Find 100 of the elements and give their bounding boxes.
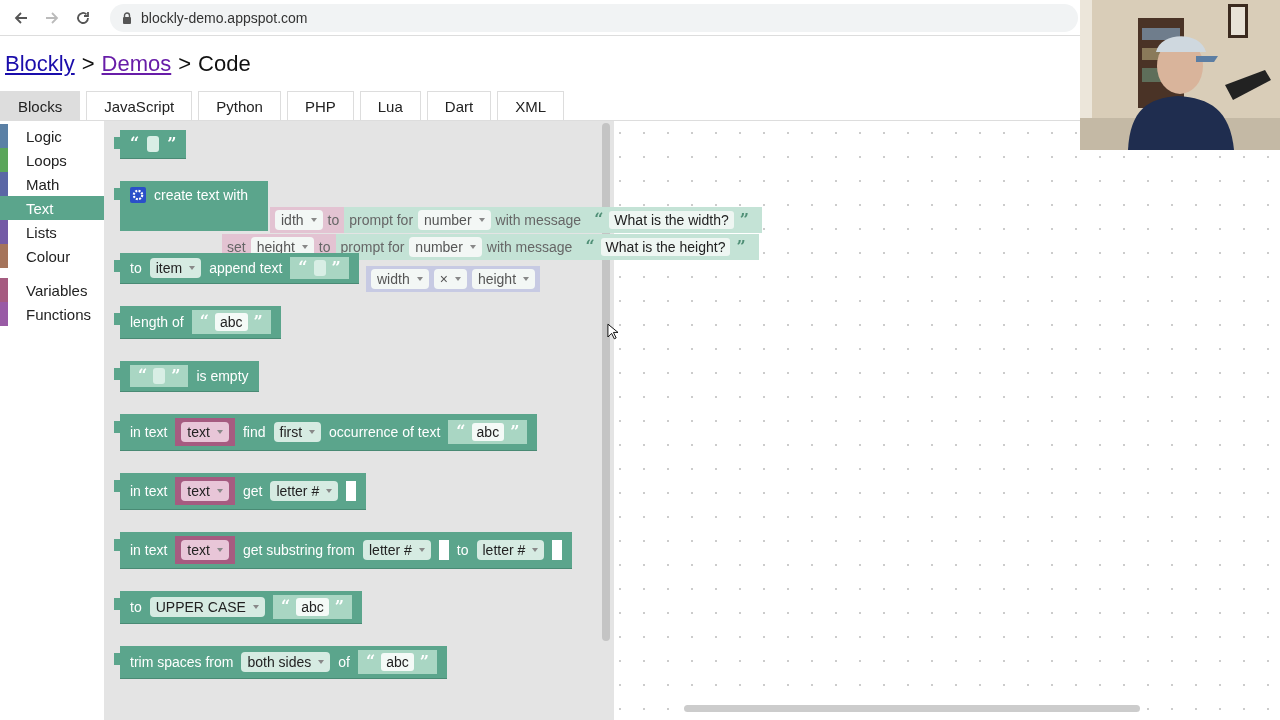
- block-dropdown[interactable]: UPPER CASE: [149, 597, 265, 617]
- empty-text-field[interactable]: [147, 136, 160, 152]
- caret-icon: [216, 489, 223, 493]
- block-label: occurrence of text: [329, 424, 441, 440]
- block-dropdown[interactable]: height: [471, 269, 536, 289]
- category-item[interactable]: Math: [0, 172, 104, 196]
- block-dropdown[interactable]: letter #: [270, 481, 339, 501]
- block-dropdown[interactable]: number: [409, 237, 482, 257]
- block-dropdown[interactable]: letter #: [363, 540, 431, 560]
- category-label: Math: [26, 175, 60, 193]
- block-label: to: [456, 542, 469, 558]
- quote-mark: “: [594, 212, 604, 228]
- tab[interactable]: Dart: [426, 91, 492, 120]
- quote-mark: ”: [510, 424, 520, 440]
- address-bar[interactable]: blockly-demo.appspot.com: [110, 3, 1078, 32]
- ghost-block[interactable]: idth to: [270, 207, 345, 233]
- tab[interactable]: Lua: [359, 91, 421, 120]
- caret-icon: [523, 277, 530, 281]
- text-field[interactable]: abc: [296, 598, 329, 616]
- quote-mark: ”: [334, 599, 344, 615]
- text-value-block[interactable]: “ abc ”: [191, 310, 271, 334]
- caret-icon: [318, 660, 325, 664]
- category-item[interactable]: Variables: [0, 278, 104, 302]
- category-label: Lists: [26, 223, 57, 241]
- category-item[interactable]: Logic: [0, 124, 104, 148]
- text-field[interactable]: abc: [471, 423, 505, 441]
- block-dropdown[interactable]: text: [181, 422, 229, 442]
- lock-icon: [122, 11, 132, 24]
- quote-mark: “: [585, 239, 595, 255]
- ghost-block[interactable]: width × height: [366, 266, 541, 292]
- block-dropdown[interactable]: first: [273, 422, 322, 442]
- tab[interactable]: Python: [198, 91, 281, 120]
- block-dropdown[interactable]: text: [181, 481, 229, 501]
- caret-icon: [252, 605, 259, 609]
- block-dropdown[interactable]: letter #: [476, 540, 545, 560]
- block-dropdown[interactable]: both sides: [241, 652, 331, 672]
- category-item[interactable]: Lists: [0, 220, 104, 244]
- block-label: with message: [486, 239, 573, 255]
- variable-block[interactable]: text: [175, 477, 235, 505]
- quote-mark: “: [199, 314, 209, 330]
- block-dropdown[interactable]: ×: [433, 269, 467, 289]
- text-value-block[interactable]: “ abc ”: [272, 595, 352, 619]
- block-label: find: [242, 424, 266, 440]
- category-item[interactable]: Functions: [0, 302, 104, 326]
- tab[interactable]: XML: [497, 91, 564, 120]
- caret-icon: [189, 266, 196, 270]
- tab[interactable]: JavaScript: [86, 91, 193, 120]
- caret-icon: [310, 218, 317, 222]
- text-field[interactable]: abc: [214, 313, 248, 331]
- horizontal-scrollbar[interactable]: [684, 705, 1140, 712]
- block-label: to: [130, 599, 142, 615]
- block-dropdown[interactable]: text: [181, 540, 229, 560]
- text-field[interactable]: What is the height?: [600, 238, 731, 256]
- quote-mark: “: [130, 136, 140, 152]
- empty-input-socket: [552, 540, 563, 560]
- breadcrumb-link[interactable]: Blockly: [5, 51, 75, 77]
- tab[interactable]: PHP: [286, 91, 354, 120]
- variable-block[interactable]: text: [175, 536, 235, 564]
- quote-mark: “: [138, 368, 148, 384]
- ghost-block[interactable]: prompt for number with message “ What is the height? ”: [335, 234, 759, 260]
- tab[interactable]: Blocks: [0, 91, 81, 120]
- ghost-block[interactable]: prompt for number with message “ What is the width? ”: [344, 207, 762, 233]
- quote-mark: ”: [253, 314, 263, 330]
- caret-icon: [216, 430, 223, 434]
- category-item[interactable]: Loops: [0, 148, 104, 172]
- back-icon[interactable]: [13, 9, 29, 26]
- block-dropdown[interactable]: item: [149, 258, 202, 278]
- caret-icon: [478, 218, 485, 222]
- block-label: create text with: [154, 187, 249, 203]
- gear-icon[interactable]: [130, 187, 146, 203]
- category-label: Colour: [26, 247, 71, 265]
- block-label: is empty: [196, 368, 249, 384]
- category-label: Logic: [26, 127, 62, 145]
- quote-mark: “: [280, 599, 291, 615]
- empty-text-field[interactable]: [313, 260, 326, 276]
- block-dropdown[interactable]: idth: [275, 210, 323, 230]
- quote-mark: ”: [419, 654, 429, 670]
- block-label: get substring from: [242, 542, 355, 558]
- breadcrumb-link[interactable]: Demos: [101, 51, 172, 77]
- text-field[interactable]: abc: [381, 653, 414, 671]
- category-item[interactable]: Colour: [0, 244, 104, 268]
- text-field[interactable]: What is the width?: [609, 211, 734, 229]
- block-label: in text: [130, 483, 168, 499]
- reload-icon[interactable]: [75, 9, 91, 26]
- block-dropdown[interactable]: width: [371, 269, 429, 289]
- text-value-block[interactable]: “ abc ”: [448, 420, 528, 444]
- quote-mark: “: [366, 654, 376, 670]
- quote-mark: “: [298, 260, 308, 276]
- block-label: append text: [209, 260, 283, 276]
- category-label: Text: [26, 199, 54, 217]
- quote-mark: ”: [736, 239, 746, 255]
- empty-text-field[interactable]: [153, 368, 166, 384]
- block-label: of: [338, 654, 350, 670]
- mouse-pointer-icon: [607, 323, 618, 340]
- block-dropdown[interactable]: number: [418, 210, 491, 230]
- text-value-block[interactable]: “ abc ”: [358, 650, 437, 674]
- breadcrumb-separator: >: [81, 51, 95, 77]
- category-label: Functions: [26, 305, 92, 323]
- variable-block[interactable]: text: [175, 418, 235, 446]
- caret-icon: [216, 548, 223, 552]
